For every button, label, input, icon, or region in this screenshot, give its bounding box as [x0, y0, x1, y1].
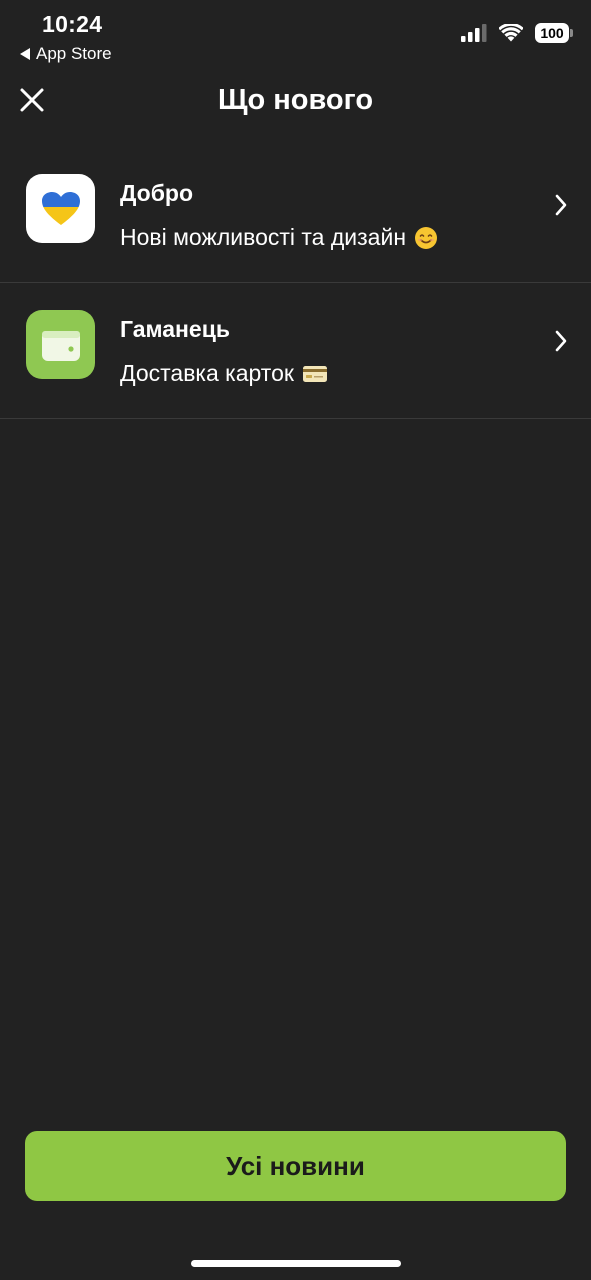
battery-indicator: 100 [535, 23, 573, 43]
news-item-subtitle-row: Доставка карток [120, 360, 328, 387]
header: Що нового [0, 72, 591, 132]
wifi-icon [499, 24, 523, 42]
news-item-title: Гаманець [120, 316, 230, 342]
wallet-icon [26, 310, 95, 379]
news-item-title: Добро [120, 180, 194, 206]
back-triangle-icon [20, 48, 30, 60]
news-item-wallet[interactable]: Гаманець Доставка карток [0, 283, 591, 419]
home-indicator[interactable] [191, 1260, 401, 1267]
chevron-right-icon [555, 330, 567, 352]
news-item-subtitle: Доставка карток [120, 360, 294, 386]
back-to-app-link[interactable]: App Store [20, 44, 112, 64]
page-title: Що нового [217, 84, 374, 116]
ukraine-heart-icon [26, 174, 95, 243]
status-bar: 10:24 App Store 100 [0, 0, 591, 70]
credit-card-icon [302, 365, 327, 382]
news-item-subtitle-row: Нові можливості та дизайн [120, 224, 438, 251]
cellular-signal-icon [461, 24, 487, 42]
status-time: 10:24 [42, 11, 103, 37]
smiling-face-icon [415, 226, 438, 249]
chevron-right-icon [555, 194, 567, 216]
news-item-dobro[interactable]: Добро Нові можливості та дизайн [0, 147, 591, 283]
status-indicators: 100 [461, 23, 573, 43]
news-item-subtitle: Нові можливості та дизайн [120, 224, 407, 250]
all-news-button[interactable]: Усі новини [25, 1131, 566, 1201]
back-app-label: App Store [36, 44, 112, 63]
news-list: Добро Нові можливості та дизайн Гаманець… [0, 147, 591, 419]
